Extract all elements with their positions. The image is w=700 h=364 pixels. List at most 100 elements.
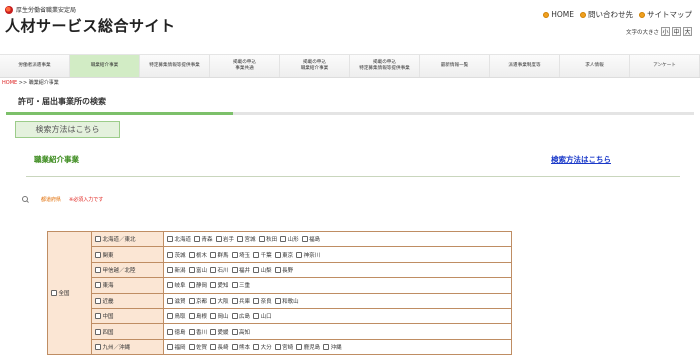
search-howto-button[interactable]: 検索方法はこちら xyxy=(15,121,120,138)
prefecture-checkbox[interactable] xyxy=(167,236,173,243)
prefecture-checkbox[interactable] xyxy=(188,251,195,258)
prefecture-checkbox[interactable] xyxy=(231,343,238,350)
prefecture-option: 新潟 xyxy=(167,266,186,274)
prefecture-checkbox[interactable] xyxy=(167,343,173,350)
prefecture-checkbox[interactable] xyxy=(167,297,173,304)
prefecture-checkbox[interactable] xyxy=(188,297,195,304)
prefecture-checkbox[interactable] xyxy=(253,343,260,350)
prefecture-checkbox[interactable] xyxy=(215,236,222,243)
prefecture-option: 群馬 xyxy=(210,251,229,259)
search-howto-link[interactable]: 検索方法はこちら xyxy=(551,154,611,165)
prefecture-checkbox[interactable] xyxy=(301,236,308,243)
prefecture-label: 大阪 xyxy=(217,298,229,305)
prefecture-option: 宮城 xyxy=(237,236,256,243)
region-checkbox[interactable] xyxy=(95,282,101,289)
region-checkbox[interactable] xyxy=(95,313,101,320)
prefecture-option: 滋賀 xyxy=(167,297,186,305)
font-size-large-button[interactable]: 大 xyxy=(683,27,692,36)
prefecture-checkbox[interactable] xyxy=(210,266,217,273)
region-cell: 近畿 xyxy=(91,292,164,309)
prefecture-options-cell: 岐阜 静岡 愛知 三重 xyxy=(163,277,512,294)
prefecture-option: 北海道 xyxy=(167,236,191,243)
prefecture-checkbox[interactable] xyxy=(231,266,238,273)
contact-link[interactable]: 問い合わせ先 xyxy=(580,9,633,20)
prefecture-label: 栃木 xyxy=(196,252,208,259)
all-japan-cell: 全国 xyxy=(47,230,92,356)
prefecture-checkbox[interactable] xyxy=(231,251,238,258)
prefecture-label: 三重 xyxy=(239,283,251,290)
nav-item-5[interactable]: 掲載の申込 職業紹介事業 xyxy=(280,55,350,77)
prefecture-checkbox[interactable] xyxy=(210,297,217,304)
nav-item-1[interactable]: 労働者派遣事業 xyxy=(0,55,70,77)
prefecture-checkbox[interactable] xyxy=(210,251,217,258)
prefecture-checkbox[interactable] xyxy=(194,236,201,243)
prefecture-checkbox[interactable] xyxy=(253,251,260,258)
prefecture-checkbox[interactable] xyxy=(167,328,173,335)
prefecture-checkbox[interactable] xyxy=(274,266,281,273)
prefecture-checkbox[interactable] xyxy=(231,297,238,304)
prefecture-option: 神奈川 xyxy=(296,251,320,259)
prefecture-label: 都道府県 xyxy=(41,197,62,203)
prefecture-checkbox[interactable] xyxy=(210,343,217,350)
breadcrumb-home-link[interactable]: HOME xyxy=(2,80,17,86)
prefecture-label: 静岡 xyxy=(196,283,208,290)
prefecture-checkbox[interactable] xyxy=(188,266,195,273)
prefecture-checkbox[interactable] xyxy=(274,343,281,350)
nav-item-8[interactable]: 派遣事業制度等 xyxy=(490,55,560,77)
prefecture-checkbox[interactable] xyxy=(231,313,238,320)
prefecture-label: 東京 xyxy=(282,252,294,259)
prefecture-checkbox[interactable] xyxy=(237,236,244,243)
prefecture-checkbox[interactable] xyxy=(188,328,195,335)
region-checkbox[interactable] xyxy=(95,266,101,273)
region-checkbox[interactable] xyxy=(95,343,101,350)
prefecture-checkbox[interactable] xyxy=(258,236,265,243)
prefecture-checkbox[interactable] xyxy=(323,343,330,350)
nav-item-7[interactable]: 最新情報一覧 xyxy=(420,55,490,77)
prefecture-checkbox[interactable] xyxy=(274,297,281,304)
prefecture-checkbox[interactable] xyxy=(188,282,195,289)
region-checkbox[interactable] xyxy=(95,251,101,258)
prefecture-checkbox[interactable] xyxy=(296,251,303,258)
prefecture-checkbox[interactable] xyxy=(210,313,217,320)
breadcrumb-current: 職業紹介事業 xyxy=(28,80,59,86)
all-japan-checkbox[interactable] xyxy=(51,290,57,297)
nav-item-6[interactable]: 掲載の申込 特定募集情報等提供事業 xyxy=(350,55,420,77)
prefecture-checkbox[interactable] xyxy=(210,328,217,335)
prefecture-checkbox[interactable] xyxy=(253,313,260,320)
nav-item-9[interactable]: 求人情報 xyxy=(560,55,630,77)
region-cell: 九州／沖縄 xyxy=(91,338,164,356)
nav-item-3[interactable]: 特定募集情報等提供事業 xyxy=(140,55,210,77)
prefecture-checkbox[interactable] xyxy=(167,266,173,273)
prefecture-checkbox[interactable] xyxy=(231,328,238,335)
region-checkbox[interactable] xyxy=(95,328,101,335)
prefecture-checkbox[interactable] xyxy=(231,282,238,289)
nav-item-4[interactable]: 掲載の申込 事業共通 xyxy=(210,55,280,77)
prefecture-checkbox[interactable] xyxy=(296,343,303,350)
search-icon xyxy=(22,196,29,203)
font-size-medium-button[interactable]: 中 xyxy=(672,27,681,36)
nav-item-2[interactable]: 職業紹介事業 xyxy=(70,55,140,77)
prefecture-checkbox[interactable] xyxy=(188,313,195,320)
region-checkbox[interactable] xyxy=(95,297,101,304)
ministry-logo-icon xyxy=(5,5,13,14)
prefecture-checkbox[interactable] xyxy=(167,251,173,258)
sitemap-link[interactable]: サイトマップ xyxy=(639,9,692,20)
prefecture-checkbox[interactable] xyxy=(253,297,260,304)
prefecture-option: 徳島 xyxy=(167,328,186,336)
prefecture-options-cell: 鳥取 島根 岡山 広島 山口 xyxy=(163,307,512,325)
prefecture-checkbox[interactable] xyxy=(188,343,195,350)
home-link[interactable]: HOME xyxy=(543,9,574,20)
nav-item-10[interactable]: アンケート xyxy=(630,55,700,77)
prefecture-checkbox[interactable] xyxy=(167,313,173,320)
prefecture-checkbox[interactable] xyxy=(167,282,173,289)
site-title[interactable]: 人材サービス総合サイト xyxy=(5,15,176,36)
prefecture-checkbox[interactable] xyxy=(210,282,217,289)
prefecture-option: 島根 xyxy=(188,313,207,320)
prefecture-checkbox[interactable] xyxy=(280,236,287,243)
region-checkbox[interactable] xyxy=(95,236,101,243)
org-name: 厚生労働省職業安定局 xyxy=(5,5,76,14)
prefecture-checkbox[interactable] xyxy=(253,266,260,273)
prefecture-checkbox[interactable] xyxy=(274,251,281,258)
font-size-small-button[interactable]: 小 xyxy=(661,27,670,36)
breadcrumb: HOME >> 職業紹介事業 xyxy=(2,79,59,86)
